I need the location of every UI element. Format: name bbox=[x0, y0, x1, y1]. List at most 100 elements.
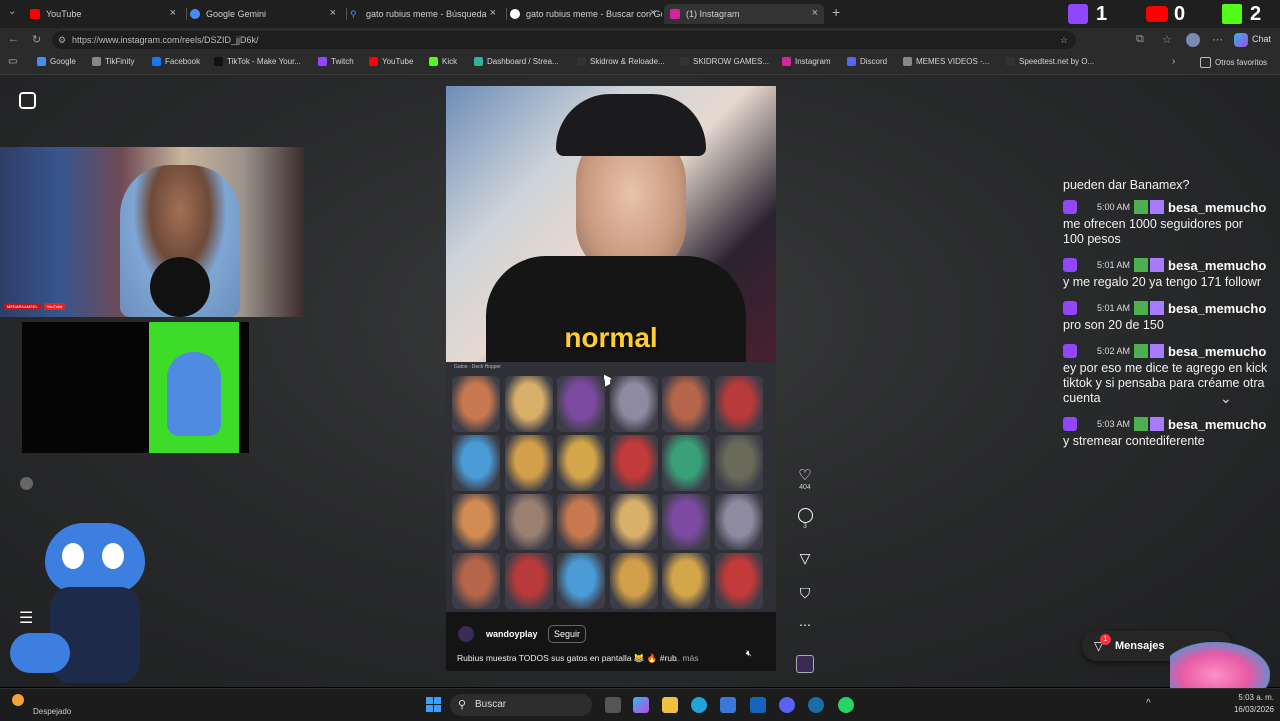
avatar[interactable] bbox=[458, 626, 474, 642]
more-options-button[interactable]: ⋯ bbox=[796, 618, 814, 632]
chat-timestamp: 5:01 AM bbox=[1097, 260, 1131, 270]
bookmark-icon bbox=[429, 57, 438, 66]
url-field[interactable]: ⚙ https://www.instagram.com/reels/DSZID_… bbox=[52, 31, 1076, 49]
profile-avatar[interactable] bbox=[1186, 33, 1200, 47]
steam-icon[interactable] bbox=[808, 697, 824, 713]
favorites-icon[interactable]: ☆ bbox=[1162, 33, 1172, 46]
sidebar-toggle-icon[interactable]: ▭ bbox=[8, 56, 17, 67]
system-tray-chevron-icon[interactable]: ^ bbox=[1146, 698, 1151, 709]
bookmark-label: TikTok - Make Your... bbox=[227, 57, 301, 66]
bookmark-item[interactable]: Skidrow & Reloade... bbox=[577, 57, 665, 66]
new-tab-button[interactable]: + bbox=[832, 4, 840, 20]
taskbar-search[interactable]: ⚲ Buscar bbox=[450, 694, 592, 716]
bookmark-item[interactable]: Google bbox=[37, 57, 76, 66]
tab-youtube[interactable]: YouTube × bbox=[30, 4, 182, 24]
chat-message-line: y me regalo 20 ya tengo 171 followr bbox=[1063, 275, 1262, 289]
chat-username[interactable]: besa_memucho bbox=[1168, 417, 1266, 432]
other-bookmarks[interactable]: Otros favoritos bbox=[1200, 57, 1267, 68]
bookmark-item[interactable]: TikFinity bbox=[92, 57, 134, 66]
site-info-icon[interactable]: ⚙ bbox=[58, 31, 66, 49]
bookmark-icon bbox=[318, 57, 327, 66]
save-button[interactable]: ⛉ bbox=[796, 585, 814, 602]
bookmark-item[interactable]: Twitch bbox=[318, 57, 354, 66]
cat-card bbox=[557, 494, 605, 550]
heart-icon: ♡ bbox=[798, 467, 812, 484]
grid-header: Gatos - Deck Hopper bbox=[454, 364, 501, 370]
bookmark-item[interactable]: Facebook bbox=[152, 57, 200, 66]
bookmark-item[interactable]: Instagram bbox=[782, 57, 831, 66]
close-icon[interactable]: × bbox=[490, 7, 496, 19]
bookmark-item[interactable]: TikTok - Make Your... bbox=[214, 57, 301, 66]
mascot-body bbox=[50, 587, 140, 683]
cat-card bbox=[662, 435, 710, 491]
bookmark-item[interactable]: Discord bbox=[847, 57, 887, 66]
reel-overlay-word: normal bbox=[564, 322, 658, 353]
google-icon bbox=[510, 9, 520, 19]
bookmark-label: TikFinity bbox=[105, 57, 135, 66]
like-button[interactable]: ♡ 404 bbox=[796, 466, 814, 491]
badge-icon bbox=[1134, 200, 1149, 214]
close-icon[interactable]: × bbox=[812, 7, 818, 19]
bookmark-item[interactable]: SKIDROW GAMES... bbox=[680, 57, 769, 66]
bookmarks-overflow-icon[interactable]: › bbox=[1172, 56, 1175, 67]
clock[interactable]: 5:03 a. m. 16/03/2026 bbox=[1226, 693, 1274, 714]
share-button[interactable]: ▽ bbox=[796, 550, 814, 567]
cat-card bbox=[609, 376, 658, 432]
bookmark-item[interactable]: Dashboard / Strea... bbox=[474, 57, 559, 66]
reel-username[interactable]: wandoyplay bbox=[486, 629, 538, 639]
comment-button[interactable]: 3 bbox=[796, 508, 814, 530]
cat-card bbox=[452, 435, 500, 491]
start-button[interactable] bbox=[426, 697, 441, 712]
close-icon[interactable]: × bbox=[650, 7, 656, 19]
bookmark-label: Speedtest.net by O... bbox=[1019, 57, 1095, 66]
cat-card bbox=[557, 376, 605, 432]
close-icon[interactable]: × bbox=[170, 7, 176, 19]
weather-widget[interactable]: Despejado bbox=[12, 693, 71, 716]
copilot-icon[interactable] bbox=[633, 697, 649, 713]
chat-button[interactable]: Chat bbox=[1252, 34, 1271, 44]
tab-separator bbox=[346, 8, 347, 20]
store-icon[interactable] bbox=[720, 697, 736, 713]
comment-count: 3 bbox=[803, 523, 807, 530]
back-icon[interactable]: ← bbox=[8, 33, 19, 45]
chat-timestamp: 5:00 AM bbox=[1097, 202, 1131, 212]
instagram-icon[interactable] bbox=[19, 92, 36, 109]
instagram-nav-placeholder[interactable] bbox=[20, 477, 33, 490]
outlook-icon[interactable] bbox=[750, 697, 766, 713]
tab-gemini[interactable]: Google Gemini × bbox=[190, 4, 342, 24]
webcam-label: YouTube bbox=[43, 303, 66, 310]
chat-username[interactable]: besa_memucho bbox=[1168, 200, 1266, 215]
reload-icon[interactable]: ↻ bbox=[32, 33, 41, 46]
tab-google-search[interactable]: gato rubius meme - Buscar con Go × bbox=[510, 4, 662, 24]
tab-instagram[interactable]: (1) Instagram × bbox=[664, 4, 824, 24]
extensions-icon[interactable]: ⧉ bbox=[1136, 33, 1144, 46]
follow-button[interactable]: Seguir bbox=[548, 625, 587, 643]
chat-username[interactable]: besa_memucho bbox=[1168, 258, 1266, 273]
chevron-down-icon[interactable]: ⌄ bbox=[1220, 390, 1232, 407]
cat-card bbox=[714, 435, 763, 491]
bookmark-item[interactable]: Speedtest.net by O... bbox=[1006, 57, 1094, 66]
close-icon[interactable]: × bbox=[330, 7, 336, 19]
tab-search[interactable]: ⚲ gato rubius meme - Búsqueda × bbox=[350, 4, 502, 24]
bookmark-item[interactable]: YouTube bbox=[369, 57, 413, 66]
chat-username[interactable]: besa_memucho bbox=[1168, 344, 1266, 359]
chat-username[interactable]: besa_memucho bbox=[1168, 301, 1266, 316]
chat-timestamp: 5:02 AM bbox=[1097, 346, 1131, 356]
tab-list-chevron-icon[interactable]: ⌄ bbox=[8, 6, 16, 17]
more-link[interactable]: ... más bbox=[673, 653, 699, 663]
whatsapp-icon[interactable] bbox=[838, 697, 854, 713]
cat-card bbox=[452, 553, 500, 609]
file-explorer-icon[interactable] bbox=[662, 697, 678, 713]
chat-message-header: 5:01 AM besa_memucho bbox=[1063, 300, 1266, 316]
bookmark-item[interactable]: Kick bbox=[429, 57, 457, 66]
bookmark-item[interactable]: MEMES VIDEOS -... bbox=[903, 57, 989, 66]
menu-icon[interactable]: ⋯ bbox=[1212, 33, 1223, 46]
audio-thumbnail[interactable] bbox=[796, 655, 814, 673]
edge-icon[interactable] bbox=[691, 697, 707, 713]
task-view-icon[interactable] bbox=[605, 697, 621, 713]
reel-video[interactable]: normal Gatos - Deck Hopper ▶ wandoyplay … bbox=[446, 86, 776, 671]
discord-icon[interactable] bbox=[779, 697, 795, 713]
tab-label: gato rubius meme - Buscar con Go bbox=[526, 9, 662, 19]
bookmark-star-icon[interactable]: ☆ bbox=[1060, 31, 1068, 49]
mute-icon[interactable]: 🔇︎ bbox=[746, 648, 752, 659]
